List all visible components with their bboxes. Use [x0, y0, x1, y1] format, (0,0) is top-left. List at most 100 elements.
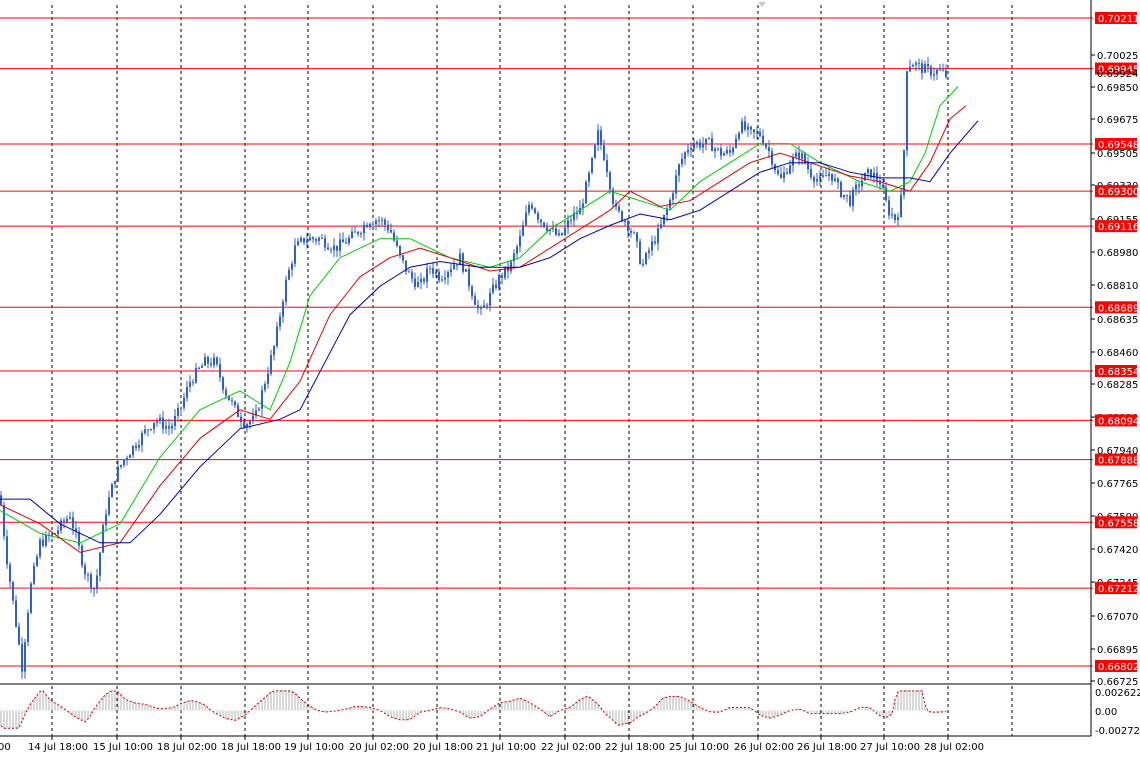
y-tick-label: 0.70025	[1097, 51, 1138, 62]
candle-body	[123, 459, 125, 465]
candle-body	[387, 224, 389, 231]
candle-body	[846, 194, 848, 196]
candle-body	[72, 517, 74, 529]
candle-body	[807, 163, 809, 170]
candle-body	[348, 237, 350, 244]
candle-body	[3, 504, 5, 537]
candle-body	[108, 497, 110, 515]
candle-body	[678, 164, 680, 176]
candle-body	[213, 357, 215, 366]
candle-body	[702, 143, 704, 148]
candle-body	[252, 415, 254, 422]
candle-body	[813, 177, 815, 182]
candle-body	[849, 195, 851, 206]
candle-body	[357, 231, 359, 234]
candle-body	[87, 574, 89, 576]
candle-body	[933, 74, 935, 76]
candle-body	[510, 261, 512, 272]
candle-body	[909, 66, 911, 72]
x-tick-label-cut: 00	[0, 742, 11, 753]
candle-body	[798, 152, 800, 159]
candle-body	[639, 241, 641, 264]
candle-body	[561, 233, 563, 236]
candle-body	[432, 268, 434, 274]
candle-body	[417, 282, 419, 287]
candle-body	[543, 222, 545, 228]
candle-body	[825, 175, 827, 177]
candle-body	[696, 142, 698, 145]
candle-body	[411, 272, 413, 279]
candle-body	[915, 62, 917, 65]
candle-body	[810, 169, 812, 178]
candle-body	[189, 381, 191, 387]
candle-body	[420, 278, 422, 283]
candle-body	[267, 373, 269, 384]
candle-body	[831, 173, 833, 181]
candle-body	[285, 279, 287, 302]
candle-body	[900, 194, 902, 218]
candle-body	[120, 464, 122, 467]
candle-body	[261, 390, 263, 409]
candle-body	[489, 292, 491, 306]
candle-body	[537, 213, 539, 220]
candle-body	[42, 539, 44, 546]
candle-body	[369, 223, 371, 228]
candle-body	[312, 237, 314, 240]
candle-body	[447, 271, 449, 278]
candle-body	[504, 266, 506, 278]
candle-body	[480, 307, 482, 309]
level-price-label: 0.69300	[1098, 187, 1139, 198]
candle-body	[426, 268, 428, 282]
x-tick-label: 20 Jul 18:00	[413, 742, 473, 753]
y-tick-label: 0.68460	[1097, 348, 1138, 359]
level-price-label: 0.68354	[1098, 367, 1139, 378]
candle-body	[720, 148, 722, 156]
candle-body	[822, 175, 824, 177]
candle-body	[63, 520, 65, 522]
candle-body	[705, 138, 707, 144]
candle-body	[456, 264, 458, 266]
candle-body	[396, 240, 398, 246]
candle-body	[474, 296, 476, 306]
candle-body	[603, 145, 605, 161]
candle-body	[741, 121, 743, 133]
candle-body	[843, 194, 845, 198]
candle-body	[801, 153, 803, 159]
candle-body	[309, 237, 311, 241]
y-tick-label: 0.69675	[1097, 115, 1138, 126]
candle-body	[339, 239, 341, 251]
candle-body	[276, 326, 278, 347]
candle-body	[912, 64, 914, 67]
y-tick-label: 0.69850	[1097, 83, 1138, 94]
price-chart[interactable]: 0.700250.698500.696750.695050.693300.691…	[0, 0, 1140, 759]
candle-body	[180, 407, 182, 409]
y-tick-label: 0.68810	[1097, 281, 1138, 292]
candle-body	[330, 249, 332, 251]
y-tick-label: 0.66895	[1097, 645, 1138, 656]
level-price-label: 0.67888	[1098, 456, 1139, 467]
candle-body	[96, 575, 98, 590]
candle-body	[36, 556, 38, 566]
candle-body	[93, 588, 95, 590]
candle-body	[501, 275, 503, 278]
candle-body	[453, 264, 455, 270]
candle-body	[360, 233, 362, 235]
candle-body	[441, 279, 443, 281]
candle-body	[546, 227, 548, 231]
candle-body	[294, 245, 296, 264]
candle-body	[594, 144, 596, 158]
candle-body	[183, 397, 185, 408]
candle-body	[906, 71, 908, 151]
candle-body	[207, 357, 209, 364]
candle-body	[621, 210, 623, 222]
candle-body	[153, 422, 155, 430]
candle-body	[471, 286, 473, 297]
candle-body	[297, 241, 299, 246]
candle-body	[891, 214, 893, 216]
candle-body	[690, 148, 692, 150]
candle-body	[24, 642, 26, 672]
candle-body	[90, 574, 92, 589]
candle-body	[627, 220, 629, 232]
candle-body	[126, 457, 128, 460]
candle-body	[660, 224, 662, 229]
